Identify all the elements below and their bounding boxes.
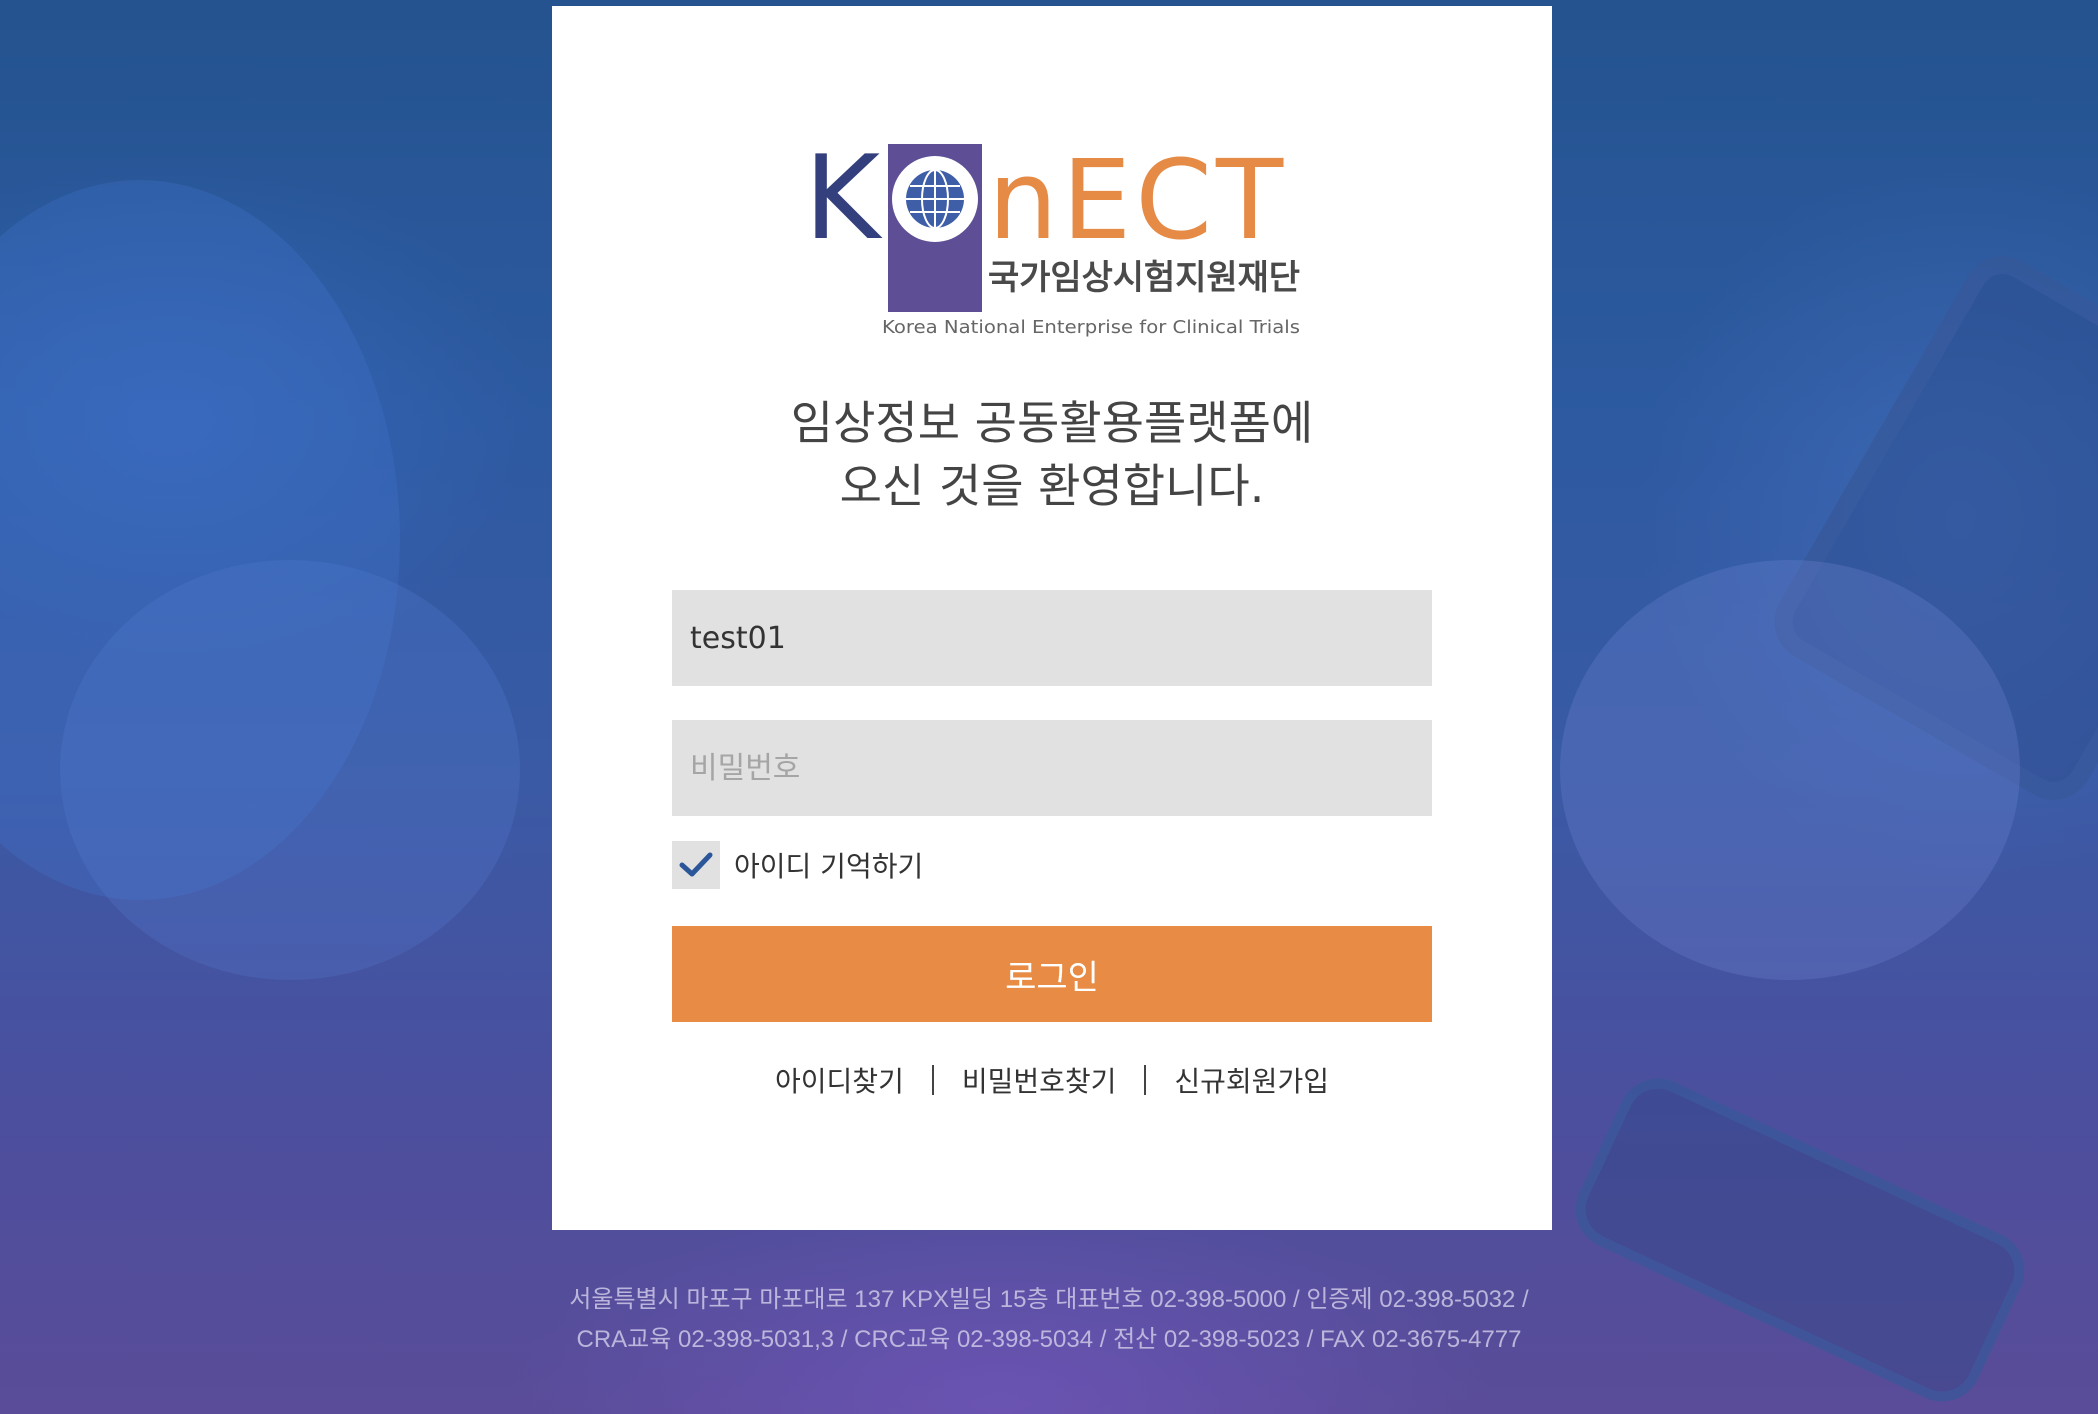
- checkbox-box[interactable]: [672, 841, 720, 889]
- checkmark-icon: [679, 852, 713, 877]
- welcome-message: 임상정보 공동활용플랫폼에 오신 것을 환영합니다.: [552, 392, 1552, 518]
- background-glove-shape: [60, 560, 520, 980]
- welcome-line-1: 임상정보 공동활용플랫폼에: [790, 396, 1314, 450]
- footer-contact-info: 서울특별시 마포구 마포대로 137 KPX빌딩 15층 대표번호 02-398…: [0, 1280, 2098, 1360]
- link-divider: [1144, 1065, 1147, 1095]
- background-glove-shape: [1560, 560, 2020, 980]
- login-button[interactable]: 로그인: [672, 926, 1432, 1022]
- password-input[interactable]: [672, 720, 1432, 816]
- welcome-line-2: 오신 것을 환영합니다.: [839, 459, 1265, 513]
- logo-org-name-en: Korea National Enterprise for Clinical T…: [882, 317, 1300, 338]
- footer-line-1: 서울특별시 마포구 마포대로 137 KPX빌딩 15층 대표번호 02-398…: [569, 1286, 1529, 1313]
- globe-icon: [906, 169, 964, 229]
- id-input[interactable]: [672, 590, 1432, 686]
- logo-org-name: 국가임상시험지원재단: [988, 258, 1300, 298]
- login-card: K nECT 국가임상시험지원재단 Korea National Enterpr…: [552, 6, 1552, 1230]
- konect-logo: K nECT 국가임상시험지원재단 Korea National Enterpr…: [804, 136, 1300, 338]
- find-id-link[interactable]: 아이디찾기: [775, 1060, 904, 1100]
- signup-link[interactable]: 신규회원가입: [1174, 1060, 1329, 1100]
- link-divider: [931, 1065, 934, 1095]
- background-instrument-shape: [1562, 1065, 2038, 1414]
- remember-id-label: 아이디 기억하기: [734, 850, 924, 883]
- find-password-link[interactable]: 비밀번호찾기: [962, 1060, 1117, 1100]
- logo-letter-k: K: [804, 136, 883, 266]
- account-links: 아이디찾기 비밀번호찾기 신규회원가입: [552, 1060, 1552, 1100]
- logo-letters-nect: nECT: [988, 136, 1287, 264]
- remember-id-checkbox[interactable]: 아이디 기억하기: [672, 840, 923, 890]
- footer-line-2: CRA교육 02-398-5031,3 / CRC교육 02-398-5034 …: [576, 1326, 1522, 1353]
